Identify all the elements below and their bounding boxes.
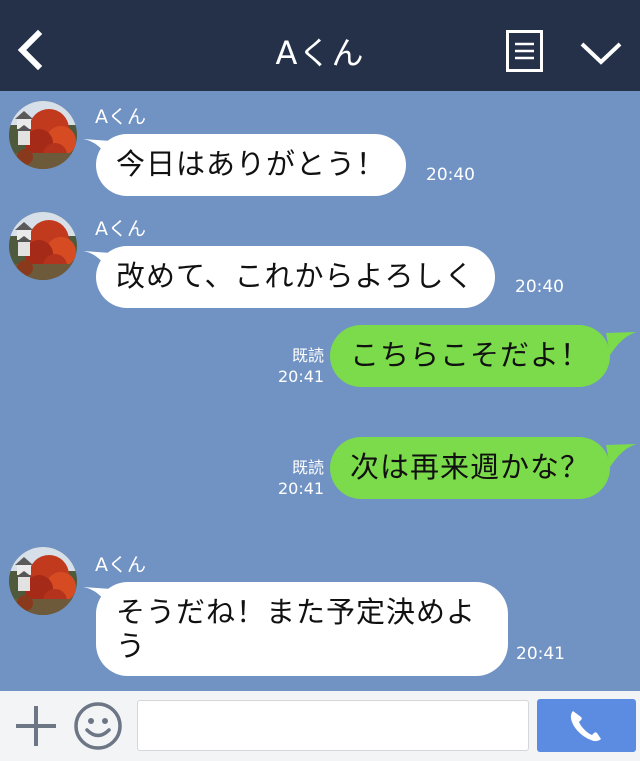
sender-name: Aくん [95,218,146,240]
sender-name: Aくん [95,554,146,576]
message-text: こちらこそだよ！ [350,338,591,372]
read-label: 既読 [291,346,324,365]
message-text-line: う [116,629,147,663]
smiley-icon [74,702,122,750]
add-attachment-button[interactable] [14,706,58,746]
message-text: 次は再来週かな？ [350,450,591,484]
message-bubble-incoming[interactable]: 今日はありがとう！ [96,134,407,196]
menu-icon [506,30,543,72]
message-bubble-outgoing[interactable]: こちらこそだよ！ [330,325,611,387]
back-button[interactable] [12,28,48,72]
message-bubble-incoming[interactable]: そうだね！また予定決めよ う [96,582,508,676]
message-text: 改めて、これからよろしく [116,259,475,293]
bubble-tail [606,332,637,355]
avatar[interactable] [9,212,77,280]
message-text: 今日はありがとう！ [116,147,387,181]
message-time: 20:41 [278,479,325,498]
message-bubble-outgoing[interactable]: 次は再来週かな？ [330,437,611,499]
plus-icon [16,706,56,746]
message-time: 20:41 [516,644,565,664]
read-receipt: 既読 20:41 [278,345,324,387]
chevron-left-icon [17,29,43,71]
message-time: 20:41 [278,367,325,386]
phone-icon [570,711,601,742]
avatar[interactable] [9,547,77,615]
message-bubble-incoming[interactable]: 改めて、これからよろしく [96,246,495,308]
read-label: 既読 [291,458,324,477]
emoji-button[interactable] [73,701,123,751]
avatar-image [9,547,77,615]
read-receipt: 既読 20:41 [278,457,324,499]
message-time: 20:40 [426,165,475,185]
chevron-down-icon [580,42,622,65]
avatar-image [9,101,77,169]
sender-name: Aくん [95,106,146,128]
message-time: 20:40 [515,277,564,297]
message-input[interactable] [137,700,529,751]
call-button[interactable] [537,699,636,752]
message-text-line: そうだね！また予定決めよ [116,595,477,629]
avatar-image [9,212,77,280]
chat-header: Aくん [0,0,640,91]
chat-title: Aくん [275,34,365,72]
bubble-tail [606,444,637,467]
menu-button[interactable] [506,30,543,72]
dropdown-button[interactable] [578,36,624,70]
avatar[interactable] [9,101,77,169]
